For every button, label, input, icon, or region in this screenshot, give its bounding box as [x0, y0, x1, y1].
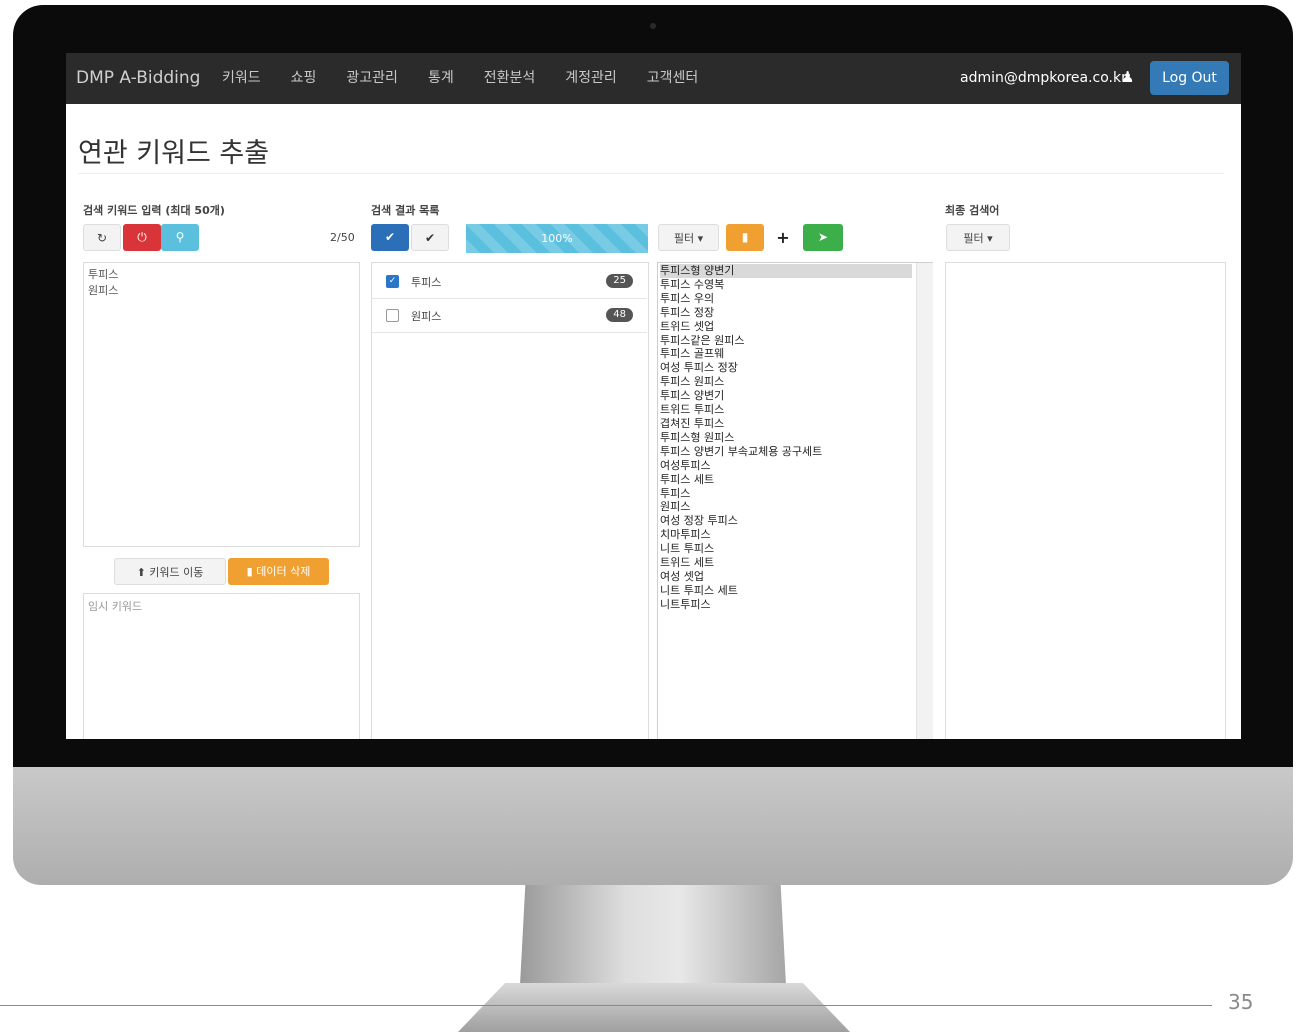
- related-keyword-item[interactable]: 니트 투피스 세트: [660, 584, 930, 598]
- logout-button[interactable]: Log Out: [1150, 61, 1229, 95]
- related-keyword-item[interactable]: 투피스형 양변기: [660, 264, 912, 278]
- filter-dropdown[interactable]: 필터 ▾: [658, 224, 719, 251]
- camera-dot: [650, 23, 656, 29]
- related-keyword-item[interactable]: 투피스 골프웨: [660, 347, 930, 361]
- keyword-move-label: 키워드 이동: [149, 566, 204, 579]
- nav-item-conversion-analysis[interactable]: 전환분석: [484, 53, 536, 104]
- refresh-button[interactable]: ↻: [83, 224, 121, 251]
- power-button[interactable]: ⏻: [123, 224, 161, 251]
- nav-item-statistics[interactable]: 통계: [428, 53, 454, 104]
- result-row[interactable]: ✓ 투피스 25: [371, 265, 647, 299]
- add-button[interactable]: +: [766, 224, 800, 251]
- keyword-line: 원피스: [88, 284, 119, 297]
- final-filter-label: 필터: [963, 232, 984, 245]
- related-keyword-item[interactable]: 투피스 우의: [660, 292, 930, 306]
- related-keyword-item[interactable]: 여성투피스: [660, 459, 930, 473]
- monitor-stand-neck: [520, 885, 786, 985]
- related-keyword-item[interactable]: 투피스같은 원피스: [660, 334, 930, 348]
- related-keyword-item[interactable]: 원피스: [660, 500, 930, 514]
- monitor-stand-base: [458, 983, 850, 1032]
- final-filter-dropdown[interactable]: 필터 ▾: [946, 224, 1010, 251]
- title-divider: [78, 173, 1224, 174]
- trash-icon: ▮: [741, 230, 749, 244]
- monitor-chin: [13, 767, 1293, 885]
- nav-menu: 키워드 쇼핑 광고관리 통계 전환분석 계정관리 고객센터: [222, 53, 728, 104]
- search-button[interactable]: ⚲: [161, 224, 199, 251]
- related-keyword-item[interactable]: 트위드 투피스: [660, 403, 930, 417]
- data-delete-button[interactable]: ▮ 데이터 삭제: [228, 558, 329, 585]
- result-count-badge: 25: [606, 274, 633, 288]
- nav-item-keyword[interactable]: 키워드: [222, 53, 261, 104]
- navbar: DMP A-Bidding 키워드 쇼핑 광고관리 통계 전환분석 계정관리 고…: [66, 53, 1241, 104]
- related-keyword-item[interactable]: 투피스: [660, 487, 930, 501]
- search-icon: ⚲: [175, 230, 185, 244]
- related-keyword-item[interactable]: 치마투피스: [660, 528, 930, 542]
- related-keyword-list[interactable]: 투피스형 양변기 투피스 수영복 투피스 우의 투피스 정장 트위드 셋업 투피스같은 원…: [657, 262, 933, 739]
- data-delete-label: 데이터 삭제: [256, 565, 311, 578]
- related-keyword-item[interactable]: 투피스 수영복: [660, 278, 930, 292]
- share-arrow-icon: ➤: [817, 230, 829, 244]
- progress-bar: 100%: [466, 224, 648, 253]
- related-keyword-item[interactable]: 니트투피스: [660, 598, 930, 612]
- progress-text: 100%: [541, 232, 573, 245]
- caret-down-icon: ▾: [697, 232, 704, 245]
- result-checkbox[interactable]: [386, 309, 399, 322]
- final-keyword-list[interactable]: [945, 262, 1226, 739]
- nav-item-account-management[interactable]: 계정관리: [565, 53, 617, 104]
- brand-link[interactable]: DMP A-Bidding: [76, 68, 200, 88]
- input-panel-label: 검색 키워드 입력 (최대 50개): [83, 204, 225, 217]
- trash-icon: ▮: [246, 565, 253, 578]
- filter-label: 필터: [673, 232, 695, 245]
- related-keyword-item[interactable]: 여성 투피스 정장: [660, 361, 930, 375]
- plus-icon: +: [776, 228, 790, 247]
- trash-button[interactable]: ▮: [726, 224, 764, 251]
- check-icon: ✔: [384, 230, 396, 244]
- related-keyword-item[interactable]: 투피스 원피스: [660, 375, 930, 389]
- keyword-input-textarea[interactable]: 투피스 원피스: [83, 262, 360, 547]
- page-title: 연관 키워드 추출: [78, 138, 270, 169]
- result-checkbox[interactable]: ✓: [386, 275, 399, 288]
- nav-item-ad-management[interactable]: 광고관리: [346, 53, 398, 104]
- nav-item-customer-center[interactable]: 고객센터: [647, 53, 699, 104]
- caret-down-icon: ▾: [987, 232, 993, 245]
- user-email: admin@dmpkorea.co.kr: [960, 70, 1127, 86]
- refresh-icon: ↻: [96, 231, 108, 245]
- arrow-up-icon: ⬆: [136, 566, 146, 579]
- keyword-count: 2/50: [330, 231, 355, 244]
- result-row[interactable]: 원피스 48: [371, 299, 647, 333]
- temp-keyword-placeholder: 임시 키워드: [88, 600, 143, 613]
- final-panel-label: 최종 검색어: [945, 204, 1000, 217]
- related-keyword-item[interactable]: 투피스형 원피스: [660, 431, 930, 445]
- result-count-badge: 48: [606, 308, 633, 322]
- footer-line: [0, 1005, 1212, 1006]
- results-list: [371, 262, 649, 739]
- related-keyword-item[interactable]: 투피스 양변기 부속교체용 공구세트: [660, 445, 930, 459]
- check-all-button[interactable]: ✔: [371, 224, 409, 251]
- page-number: 35: [1228, 990, 1254, 1014]
- nav-item-shopping[interactable]: 쇼핑: [291, 53, 317, 104]
- related-keyword-item[interactable]: 트위드 셋업: [660, 320, 930, 334]
- related-keyword-item[interactable]: 투피스 정장: [660, 306, 930, 320]
- related-keyword-item[interactable]: 니트 투피스: [660, 542, 930, 556]
- keyword-line: 투피스: [88, 268, 119, 281]
- keyword-move-button[interactable]: ⬆ 키워드 이동: [114, 558, 226, 585]
- results-panel-label: 검색 결과 목록: [371, 204, 440, 217]
- result-label: 투피스: [411, 276, 442, 289]
- related-keyword-item[interactable]: 투피스 세트: [660, 473, 930, 487]
- check-icon: ✔: [424, 231, 436, 245]
- temp-keyword-textarea[interactable]: 임시 키워드: [83, 593, 360, 739]
- uncheck-all-button[interactable]: ✔: [411, 224, 449, 251]
- result-label: 원피스: [411, 310, 442, 323]
- related-keyword-item[interactable]: 겹쳐진 투피스: [660, 417, 930, 431]
- related-keyword-item[interactable]: 여성 정장 투피스: [660, 514, 930, 528]
- screen: DMP A-Bidding 키워드 쇼핑 광고관리 통계 전환분석 계정관리 고…: [66, 53, 1241, 739]
- related-keyword-item[interactable]: 트위드 세트: [660, 556, 930, 570]
- related-keyword-item[interactable]: 여성 셋업: [660, 570, 930, 584]
- related-keyword-item[interactable]: 투피스 양변기: [660, 389, 930, 403]
- share-button[interactable]: ➤: [803, 224, 843, 251]
- user-icon: ♟: [1121, 68, 1135, 86]
- scrollbar[interactable]: [916, 263, 933, 739]
- power-icon: ⏻: [137, 230, 147, 244]
